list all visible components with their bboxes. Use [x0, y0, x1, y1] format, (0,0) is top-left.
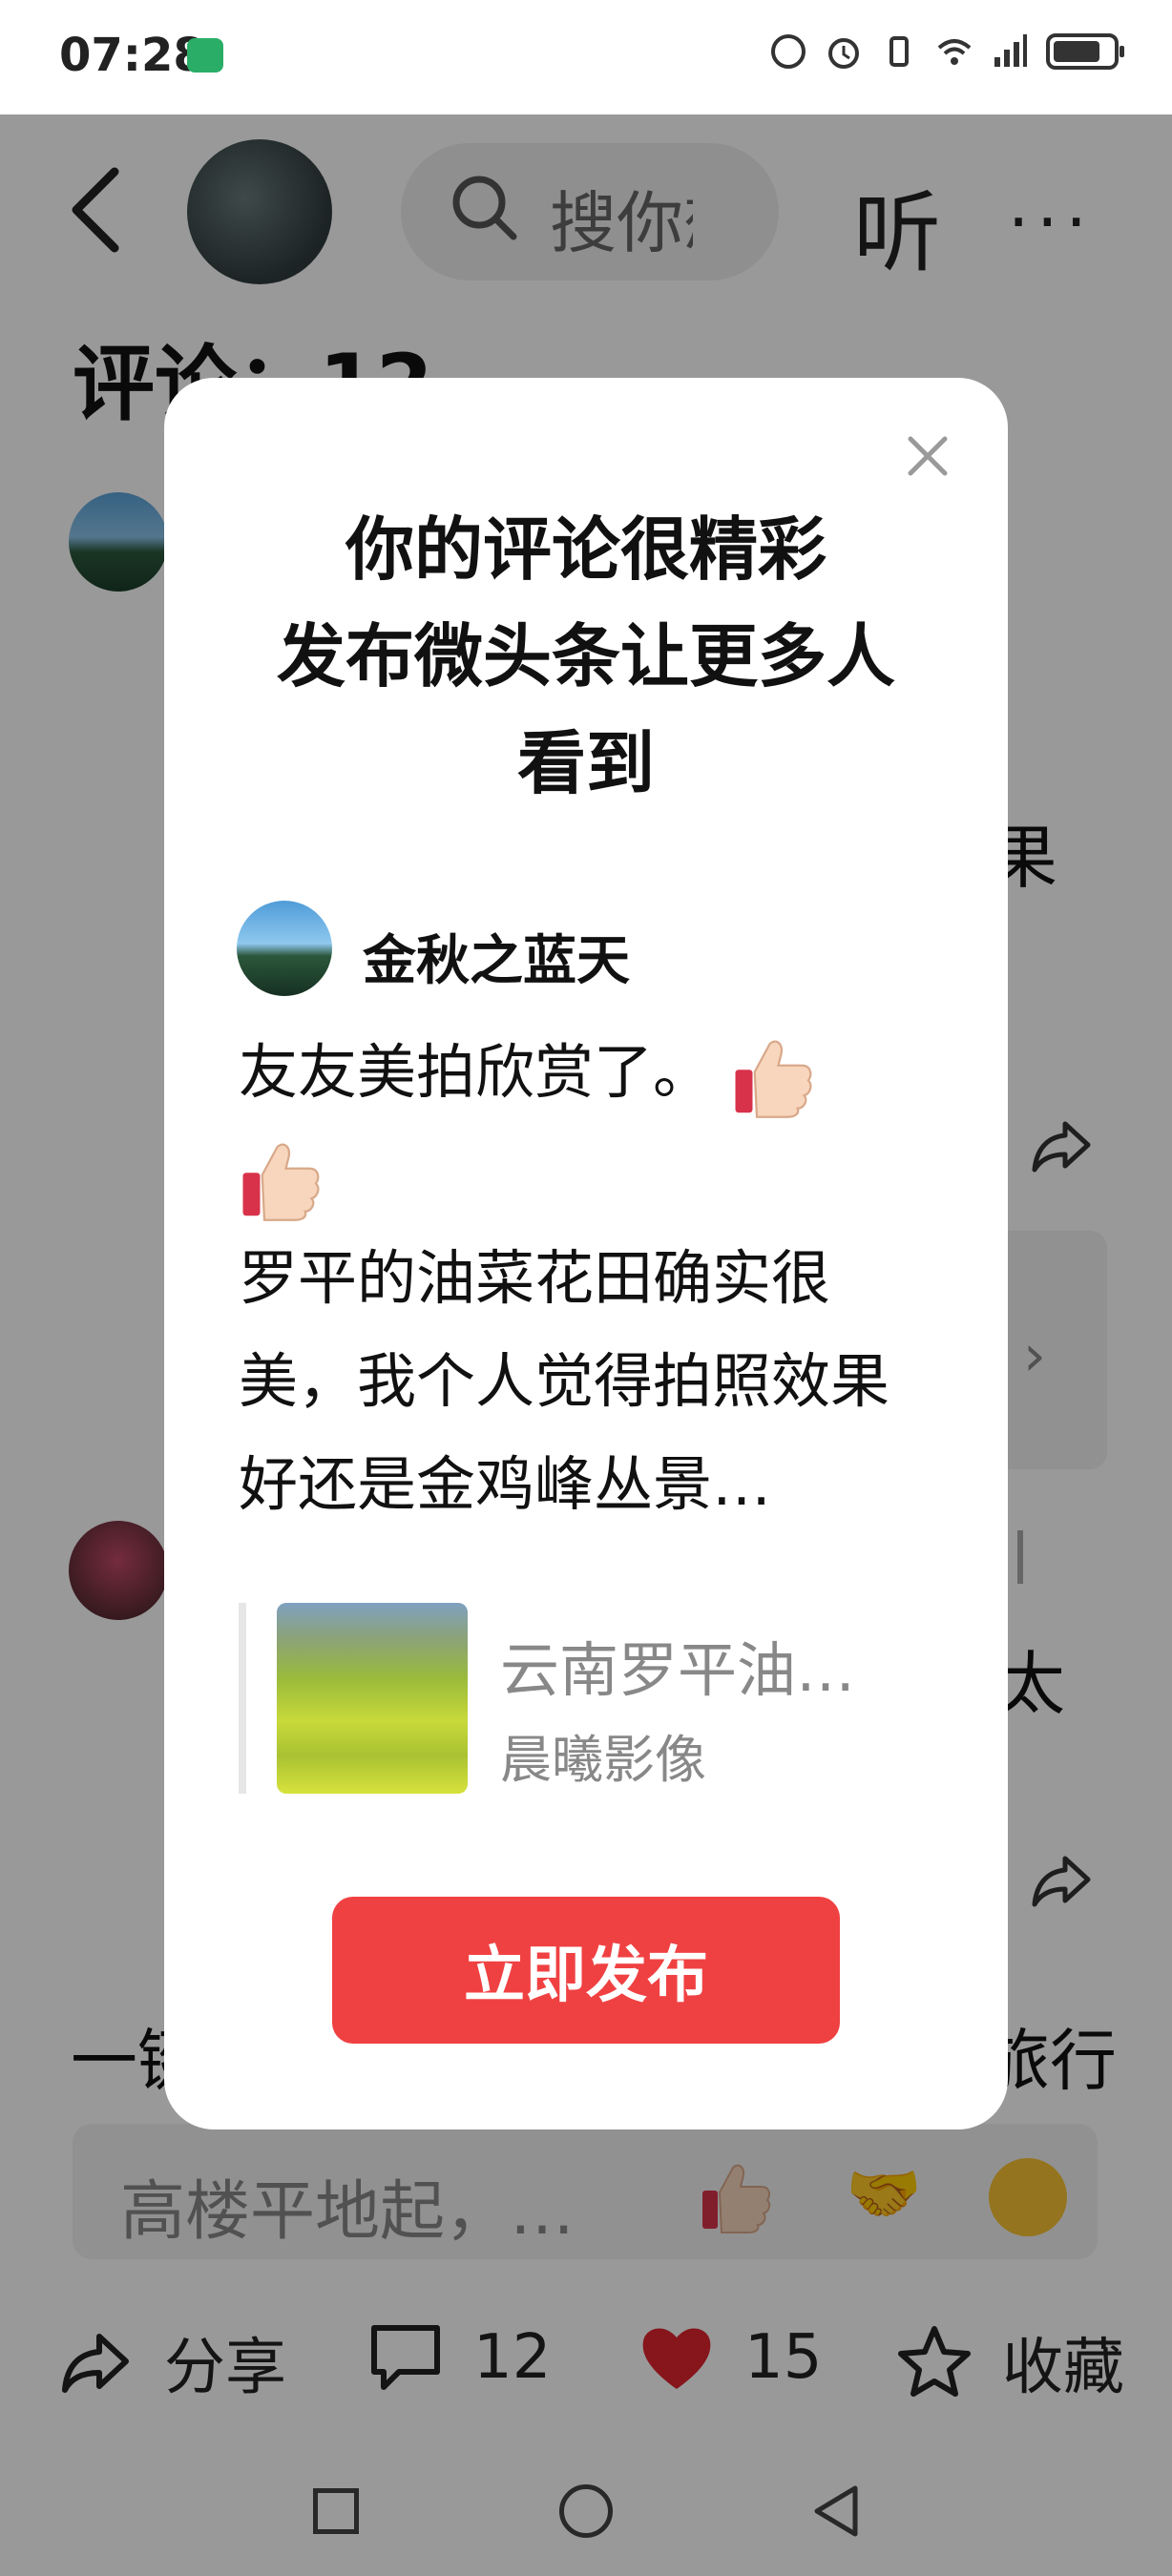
- signal-icon: [994, 34, 1027, 67]
- status-icons: [769, 32, 1124, 71]
- comment-body: 罗平的油菜花田确实很美，我个人觉得拍照效果好还是金鸡峰丛景…: [239, 1243, 890, 1519]
- article-thumbnail: [277, 1603, 468, 1794]
- publish-now-button[interactable]: 立即发布: [332, 1897, 840, 2044]
- article-author: 晨曦影像: [500, 1730, 706, 1790]
- quote-bar: [239, 1603, 246, 1794]
- vibrate-icon: [889, 36, 909, 67]
- user-avatar: [237, 901, 332, 996]
- dialog-title-line: 发布微头条让更多人: [276, 616, 895, 696]
- comment-first-line: 友友美拍欣赏了。: [239, 1037, 713, 1107]
- status-bar: 07:28: [0, 0, 1172, 114]
- dialog-title: 你的评论很精彩 发布微头条让更多人 看到: [164, 496, 1008, 817]
- article-title: 云南罗平油…: [500, 1635, 856, 1705]
- battery-icon: [1046, 33, 1124, 70]
- wifi-icon: [937, 39, 972, 65]
- status-time: 07:28: [59, 29, 205, 82]
- wechat-notification-icon: [187, 38, 223, 73]
- thumbs-up-emoji-icon: [242, 1143, 320, 1221]
- username: 金秋之蓝天: [363, 930, 630, 992]
- dialog-title-line: 看到: [516, 723, 655, 803]
- alarm-icon: [828, 38, 859, 69]
- close-icon[interactable]: [903, 431, 952, 481]
- hd-icon: [771, 34, 806, 69]
- comment-preview: 友友美拍欣赏了。 罗平的油菜花田确实很美，我个人觉得拍照效果好还是金鸡峰丛景…: [239, 1021, 926, 1536]
- thumbs-up-emoji-icon: [735, 1040, 812, 1118]
- dialog-title-line: 你的评论很精彩: [345, 509, 827, 590]
